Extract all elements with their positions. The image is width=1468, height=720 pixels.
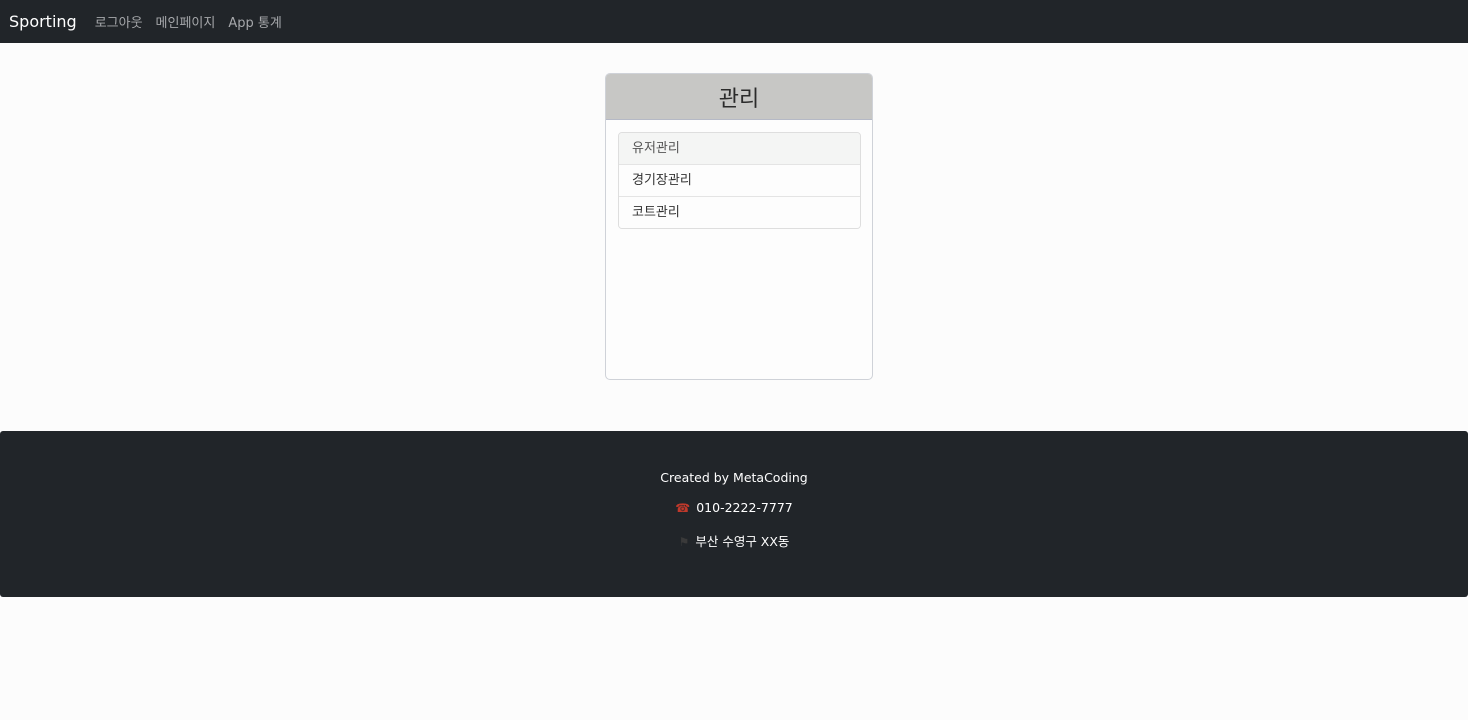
admin-card: 관리 유저관리 경기장관리 코트관리 <box>605 73 873 380</box>
brand-logo[interactable]: Sporting <box>9 12 77 31</box>
nav-link-app-stats[interactable]: App 통계 <box>228 12 281 31</box>
footer-phone-row: ☎ 010-2222-7777 <box>0 500 1468 515</box>
nav-link-main-page[interactable]: 메인페이지 <box>156 12 216 31</box>
flag-icon: ⚑ <box>678 535 690 549</box>
menu-item-court-management[interactable]: 코트관리 <box>619 197 860 228</box>
page-footer: Created by MetaCoding ☎ 010-2222-7777 ⚑ 부산… <box>0 431 1468 597</box>
footer-created-by: Created by MetaCoding <box>660 470 808 485</box>
phone-icon: ☎ <box>675 501 691 515</box>
nav-link-logout[interactable]: 로그아웃 <box>95 12 143 31</box>
top-navbar: Sporting 로그아웃 메인페이지 App 통계 <box>0 0 1468 43</box>
card-header: 관리 <box>606 74 872 120</box>
menu-item-stadium-management[interactable]: 경기장관리 <box>619 165 860 197</box>
footer-address-row: ⚑ 부산 수영구 XX동 <box>0 531 1468 550</box>
footer-address: 부산 수영구 XX동 <box>695 534 790 549</box>
admin-menu-list: 유저관리 경기장관리 코트관리 <box>618 132 861 229</box>
card-title: 관리 <box>718 86 760 112</box>
footer-phone: 010-2222-7777 <box>696 500 793 515</box>
menu-item-user-management[interactable]: 유저관리 <box>619 133 860 165</box>
